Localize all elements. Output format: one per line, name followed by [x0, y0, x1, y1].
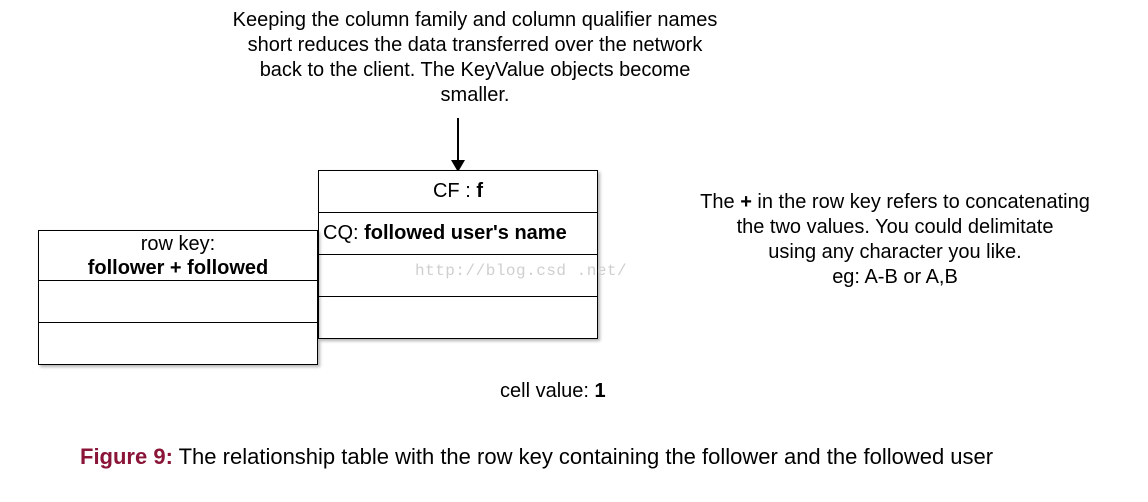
right-anno-plus: + [740, 191, 752, 213]
rowkey-table: row key: follower + followed [38, 230, 318, 365]
cf-label-value: f [476, 180, 483, 202]
right-anno-line4: eg: A-B or A,B [832, 266, 958, 288]
cell-value-label: cell value: 1 [500, 380, 606, 403]
figure-caption: Figure 9: The relationship table with th… [80, 444, 993, 470]
rowkey-concat-annotation: The + in the row key refers to concatena… [650, 190, 1140, 290]
rowkey-label: row key: [141, 233, 215, 255]
cf-label-prefix: CF : [433, 180, 476, 202]
right-anno-line2: the two values. You could delimitate [737, 216, 1054, 238]
rowkey-empty-row [39, 281, 318, 323]
cq-label-value: followed user's name [364, 222, 567, 244]
column-family-table: CF : f CQ: followed user's name [318, 170, 598, 339]
cq-header-cell: CQ: followed user's name [319, 213, 598, 255]
cell-value-prefix: cell value: [500, 380, 595, 402]
cf-empty-row [319, 297, 598, 339]
right-anno-pre: The [700, 191, 740, 213]
figure-text: The relationship table with the row key … [173, 444, 993, 469]
cq-label-prefix: CQ: [323, 222, 364, 244]
rowkey-header-cell: row key: follower + followed [39, 231, 318, 281]
right-anno-post: in the row key refers to concatenating [752, 191, 1090, 213]
cf-empty-row [319, 255, 598, 297]
rowkey-value: follower + followed [88, 257, 269, 279]
right-anno-line3: using any character you like. [768, 241, 1021, 263]
figure-number: Figure 9: [80, 444, 173, 469]
arrow-down-icon [446, 118, 470, 174]
cell-value: 1 [595, 380, 606, 402]
rowkey-empty-row [39, 323, 318, 365]
keyvalue-annotation: Keeping the column family and column qua… [230, 8, 720, 108]
cf-header-cell: CF : f [319, 171, 598, 213]
